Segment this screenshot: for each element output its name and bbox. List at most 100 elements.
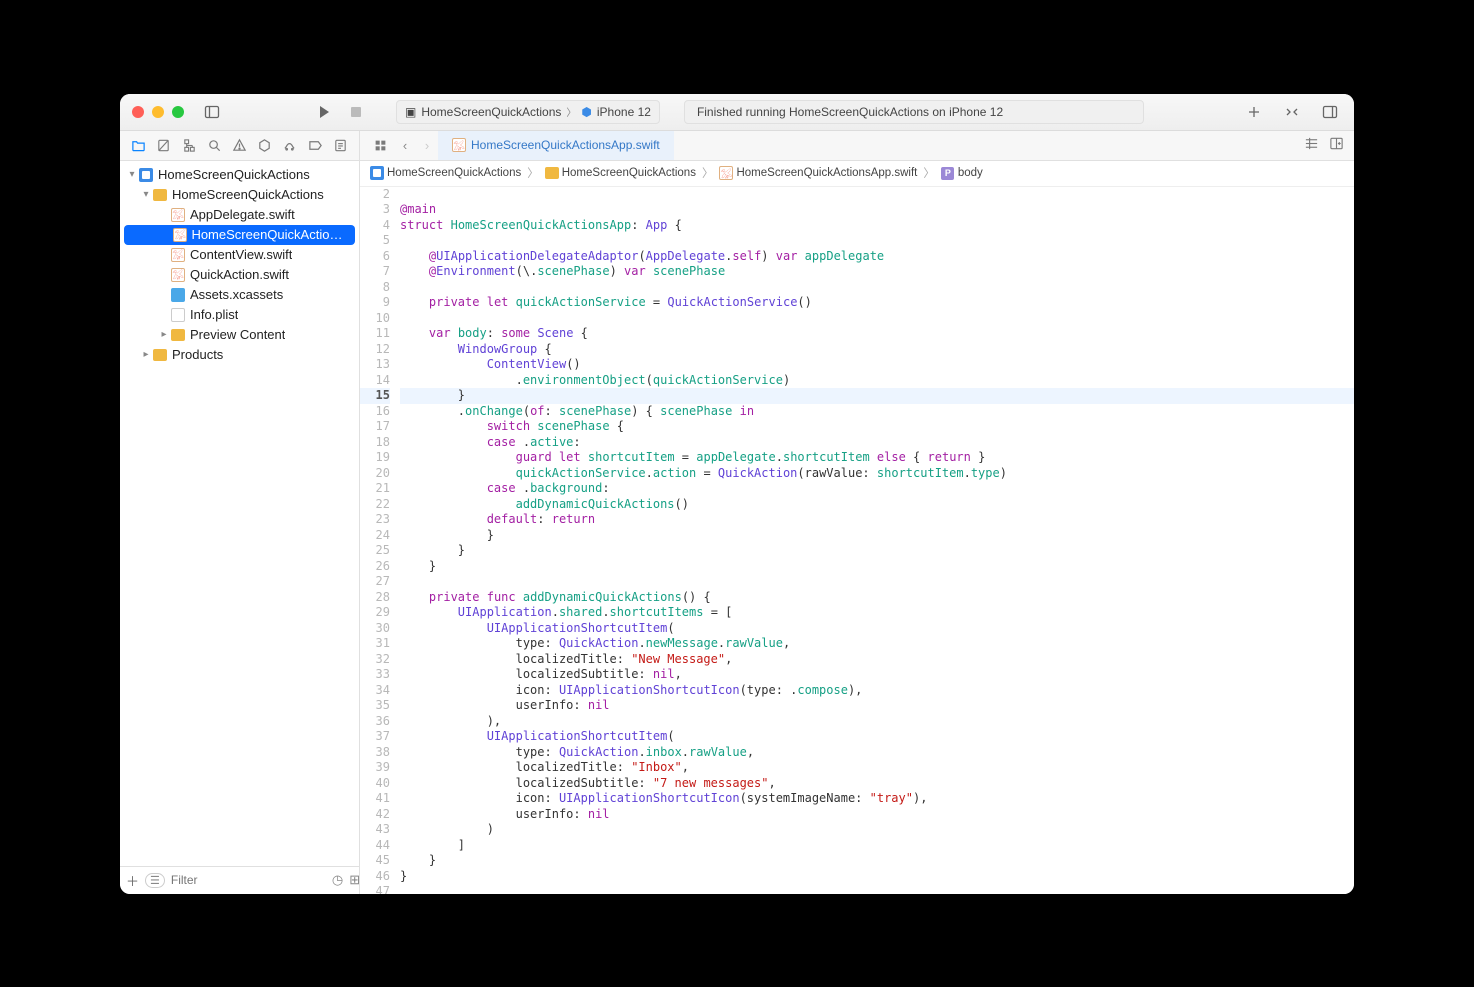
source-editor[interactable]: 2345678910111213141516171819202122232425… bbox=[360, 187, 1354, 894]
file-tree-row[interactable]: 𓅮 AppDelegate.swift bbox=[120, 205, 359, 225]
traffic-lights bbox=[132, 106, 184, 118]
file-tree-label: ContentView.swift bbox=[190, 247, 292, 262]
bc-symbol: body bbox=[958, 167, 983, 179]
bc-file: HomeScreenQuickActionsApp.swift bbox=[736, 167, 917, 179]
destination-name: iPhone 12 bbox=[597, 105, 651, 119]
jump-bar[interactable]: HomeScreenQuickActions 〉 HomeScreenQuick… bbox=[360, 161, 1354, 187]
titlebar: ▣ HomeScreenQuickActions 〉 ⬢ iPhone 12 F… bbox=[120, 94, 1354, 131]
activity-status[interactable]: Finished running HomeScreenQuickActions … bbox=[684, 100, 1144, 124]
project-icon bbox=[138, 167, 154, 183]
swift-file-icon: 𓅮 bbox=[452, 138, 466, 152]
disclosure-triangle[interactable]: ▸ bbox=[140, 349, 152, 360]
device-icon: ⬢ bbox=[581, 105, 591, 119]
file-tree-label: Products bbox=[172, 347, 223, 362]
scm-filter-button[interactable]: ⊞ bbox=[349, 872, 360, 888]
file-tree-label: HomeScreenQuickActions bbox=[172, 187, 324, 202]
folder-icon bbox=[152, 187, 168, 203]
file-tree-row[interactable]: Assets.xcassets bbox=[120, 285, 359, 305]
code-review-button[interactable] bbox=[1280, 100, 1304, 124]
file-tree-row[interactable]: ▾ HomeScreenQuickActions bbox=[120, 165, 359, 185]
bc-group: HomeScreenQuickActions bbox=[562, 167, 696, 179]
chevron-right-icon: 〉 bbox=[566, 104, 576, 119]
add-button[interactable] bbox=[1242, 100, 1266, 124]
add-editor-button[interactable] bbox=[1329, 136, 1344, 154]
debug-navigator-tab[interactable] bbox=[277, 132, 302, 158]
run-button[interactable] bbox=[312, 100, 336, 124]
disclosure-triangle[interactable]: ▸ bbox=[158, 329, 170, 340]
filter-input[interactable] bbox=[171, 873, 326, 887]
filter-scope-button[interactable]: ☰ bbox=[145, 873, 165, 888]
zoom-window-button[interactable] bbox=[172, 106, 184, 118]
swift-file-icon: 𓅮 bbox=[173, 227, 188, 243]
file-tree-label: AppDelegate.swift bbox=[190, 207, 295, 222]
history-forward-button[interactable]: › bbox=[416, 138, 438, 153]
file-tree-label: Info.plist bbox=[190, 307, 238, 322]
file-tree-row[interactable]: 𓅮HomeScreenQuickActionsA... bbox=[124, 225, 355, 245]
file-tree-row[interactable]: ▾ HomeScreenQuickActions bbox=[120, 185, 359, 205]
file-tree-row[interactable]: 𓅮 QuickAction.swift bbox=[120, 265, 359, 285]
file-tree-row[interactable]: Info.plist bbox=[120, 305, 359, 325]
file-tree-label: HomeScreenQuickActionsA... bbox=[191, 227, 347, 242]
test-navigator-tab[interactable] bbox=[252, 132, 277, 158]
swift-file-icon: 𓅮 bbox=[170, 247, 186, 263]
issue-navigator-tab[interactable] bbox=[227, 132, 252, 158]
disclosure-triangle[interactable]: ▾ bbox=[140, 189, 152, 200]
toggle-sidebar-button[interactable] bbox=[200, 100, 224, 124]
secondary-toolbar: ‹ › 𓅮 HomeScreenQuickActionsApp.swift bbox=[120, 131, 1354, 161]
project-icon bbox=[370, 166, 384, 180]
file-tree-label: QuickAction.swift bbox=[190, 267, 289, 282]
file-tree-label: Assets.xcassets bbox=[190, 287, 283, 302]
file-tree-label: HomeScreenQuickActions bbox=[158, 167, 310, 182]
breakpoint-navigator-tab[interactable] bbox=[303, 132, 328, 158]
editor-options-button[interactable] bbox=[1304, 136, 1319, 154]
scheme-name: HomeScreenQuickActions bbox=[421, 105, 561, 119]
history-nav: ‹ › bbox=[394, 131, 438, 160]
add-file-button[interactable]: ＋ bbox=[126, 871, 139, 890]
file-tree-row[interactable]: ▸ Preview Content bbox=[120, 325, 359, 345]
workspace-body: ▾ HomeScreenQuickActions ▾ HomeScreenQuickA… bbox=[120, 161, 1354, 894]
disclosure-triangle[interactable]: ▾ bbox=[126, 169, 138, 180]
xcode-window: ▣ HomeScreenQuickActions 〉 ⬢ iPhone 12 F… bbox=[120, 94, 1354, 894]
swift-file-icon: 𓅮 bbox=[170, 267, 186, 283]
stop-button[interactable] bbox=[344, 100, 368, 124]
symbol-navigator-tab[interactable] bbox=[176, 132, 201, 158]
editor-area: HomeScreenQuickActions 〉 HomeScreenQuick… bbox=[360, 161, 1354, 894]
recent-filter-button[interactable]: ◷ bbox=[332, 872, 343, 888]
navigator-bottom-bar: ＋ ☰ ◷ ⊞ bbox=[120, 866, 359, 894]
folder-icon bbox=[152, 347, 168, 363]
folder-icon bbox=[545, 167, 559, 179]
chevron-right-icon: 〉 bbox=[702, 165, 714, 181]
report-navigator-tab[interactable] bbox=[328, 132, 353, 158]
chevron-right-icon: 〉 bbox=[923, 165, 935, 181]
scheme-selector[interactable]: ▣ HomeScreenQuickActions 〉 ⬢ iPhone 12 bbox=[396, 100, 660, 124]
project-navigator-tab[interactable] bbox=[126, 132, 151, 158]
navigator-selector bbox=[120, 131, 360, 160]
swift-file-icon: 𓅮 bbox=[719, 166, 733, 180]
history-back-button[interactable]: ‹ bbox=[394, 138, 416, 153]
property-icon: P bbox=[941, 167, 954, 180]
assets-icon bbox=[170, 287, 186, 303]
status-text: Finished running HomeScreenQuickActions … bbox=[697, 105, 1003, 119]
project-navigator: ▾ HomeScreenQuickActions ▾ HomeScreenQuickA… bbox=[120, 161, 360, 894]
find-navigator-tab[interactable] bbox=[202, 132, 227, 158]
scheme-icon: ▣ bbox=[405, 105, 416, 119]
file-tree-row[interactable]: ▸ Products bbox=[120, 345, 359, 365]
file-tree[interactable]: ▾ HomeScreenQuickActions ▾ HomeScreenQuickA… bbox=[120, 161, 359, 866]
source-control-navigator-tab[interactable] bbox=[151, 132, 176, 158]
swift-file-icon: 𓅮 bbox=[170, 207, 186, 223]
code-content[interactable]: @mainstruct HomeScreenQuickActionsApp: A… bbox=[400, 187, 1354, 894]
file-tree-label: Preview Content bbox=[190, 327, 285, 342]
minimize-window-button[interactable] bbox=[152, 106, 164, 118]
editor-tab-label: HomeScreenQuickActionsApp.swift bbox=[471, 138, 660, 152]
toggle-inspector-button[interactable] bbox=[1318, 100, 1342, 124]
close-window-button[interactable] bbox=[132, 106, 144, 118]
line-gutter: 2345678910111213141516171819202122232425… bbox=[360, 187, 400, 894]
chevron-right-icon: 〉 bbox=[527, 165, 539, 181]
folder-icon bbox=[170, 327, 186, 343]
bc-project: HomeScreenQuickActions bbox=[387, 167, 521, 179]
editor-tab[interactable]: 𓅮 HomeScreenQuickActionsApp.swift bbox=[438, 131, 674, 160]
related-items-button[interactable] bbox=[366, 131, 394, 160]
file-tree-row[interactable]: 𓅮 ContentView.swift bbox=[120, 245, 359, 265]
editor-tabbar: ‹ › 𓅮 HomeScreenQuickActionsApp.swift bbox=[360, 131, 1354, 160]
plist-icon bbox=[170, 307, 186, 323]
